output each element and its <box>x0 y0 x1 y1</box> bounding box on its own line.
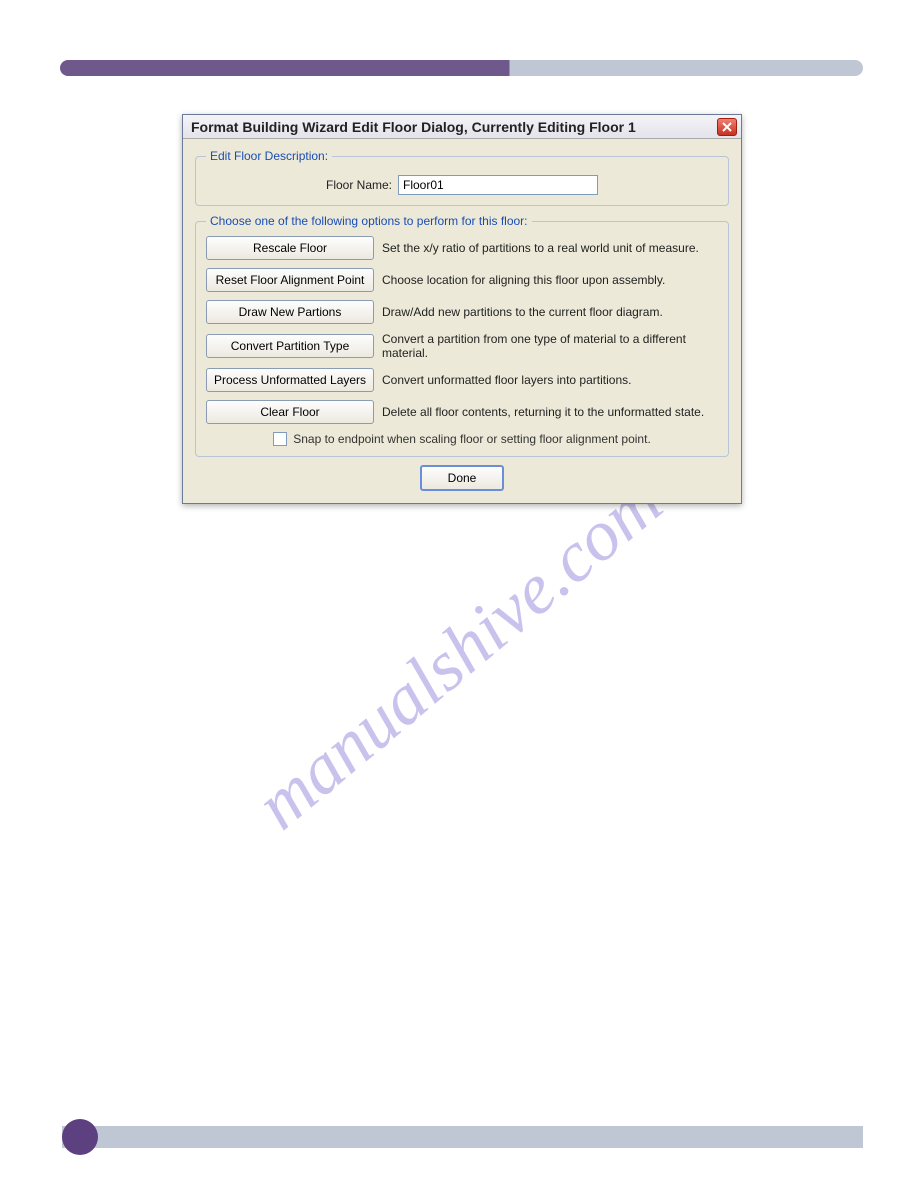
rescale-floor-desc: Set the x/y ratio of partitions to a rea… <box>382 241 718 255</box>
convert-partition-desc: Convert a partition from one type of mat… <box>382 332 718 360</box>
process-layers-button[interactable]: Process Unformatted Layers <box>206 368 374 392</box>
edit-floor-description-group: Edit Floor Description: Floor Name: <box>195 149 729 206</box>
clear-floor-button[interactable]: Clear Floor <box>206 400 374 424</box>
option-row-process-layers: Process Unformatted Layers Convert unfor… <box>206 368 718 392</box>
option-row-clear-floor: Clear Floor Delete all floor contents, r… <box>206 400 718 424</box>
floor-options-group: Choose one of the following options to p… <box>195 214 729 457</box>
clear-floor-desc: Delete all floor contents, returning it … <box>382 405 718 419</box>
page-footer-bar <box>62 1126 863 1148</box>
reset-alignment-button[interactable]: Reset Floor Alignment Point <box>206 268 374 292</box>
option-row-draw-partitions: Draw New Partions Draw/Add new partition… <box>206 300 718 324</box>
edit-floor-dialog: Format Building Wizard Edit Floor Dialog… <box>182 114 742 504</box>
option-row-convert-type: Convert Partition Type Convert a partiti… <box>206 332 718 360</box>
option-row-rescale: Rescale Floor Set the x/y ratio of parti… <box>206 236 718 260</box>
draw-partitions-button[interactable]: Draw New Partions <box>206 300 374 324</box>
snap-row: Snap to endpoint when scaling floor or s… <box>206 432 718 446</box>
description-legend: Edit Floor Description: <box>206 149 332 163</box>
rescale-floor-button[interactable]: Rescale Floor <box>206 236 374 260</box>
floor-name-input[interactable] <box>398 175 598 195</box>
dialog-titlebar: Format Building Wizard Edit Floor Dialog… <box>183 115 741 139</box>
convert-partition-button[interactable]: Convert Partition Type <box>206 334 374 358</box>
options-legend: Choose one of the following options to p… <box>206 214 532 228</box>
dialog-title: Format Building Wizard Edit Floor Dialog… <box>191 119 636 135</box>
done-row: Done <box>195 465 729 491</box>
reset-alignment-desc: Choose location for aligning this floor … <box>382 273 718 287</box>
floor-name-row: Floor Name: <box>206 175 718 195</box>
snap-label: Snap to endpoint when scaling floor or s… <box>293 432 651 446</box>
floor-name-label: Floor Name: <box>326 178 392 192</box>
page-header-bar <box>60 60 863 76</box>
option-row-reset-alignment: Reset Floor Alignment Point Choose locat… <box>206 268 718 292</box>
snap-checkbox[interactable] <box>273 432 287 446</box>
watermark-text: manualshive.com <box>240 460 678 846</box>
draw-partitions-desc: Draw/Add new partitions to the current f… <box>382 305 718 319</box>
page-footer-dot <box>62 1119 98 1155</box>
process-layers-desc: Convert unformatted floor layers into pa… <box>382 373 718 387</box>
dialog-body: Edit Floor Description: Floor Name: Choo… <box>183 139 741 503</box>
close-icon <box>721 121 733 133</box>
done-button[interactable]: Done <box>420 465 504 491</box>
close-button[interactable] <box>717 118 737 136</box>
